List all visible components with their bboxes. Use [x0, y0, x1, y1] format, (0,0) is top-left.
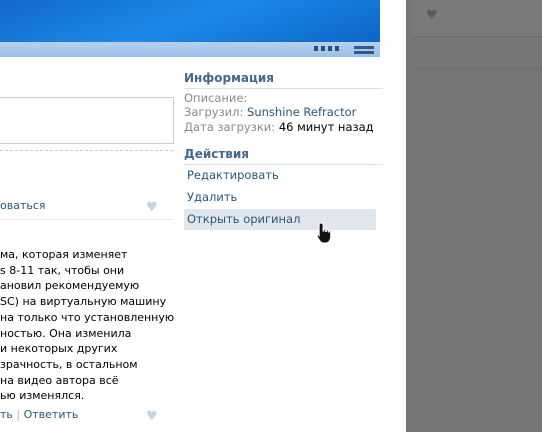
- upload-date-value: 46 минут назад: [278, 120, 374, 134]
- divider: [0, 150, 173, 151]
- dimmed-divider: [412, 36, 542, 37]
- comment-action-link[interactable]: ть: [0, 408, 13, 421]
- info-section-title: Информация: [184, 71, 383, 89]
- divider: [0, 219, 173, 220]
- subscribe-link[interactable]: оваться: [0, 199, 46, 212]
- heart-icon: ♥: [426, 8, 438, 23]
- comment-line: SC) на виртуальную машину: [0, 295, 167, 309]
- upload-date-row: Дата загрузки: 46 минут назад: [184, 120, 374, 134]
- comment-line: ностью. Она изменила: [0, 326, 132, 340]
- uploader-link[interactable]: Sunshine Refractor: [247, 105, 356, 119]
- comment-line: ью изменялся.: [0, 389, 85, 403]
- comment-input[interactable]: [0, 97, 174, 144]
- edit-action[interactable]: Редактировать: [184, 165, 376, 186]
- description-label: Описание:: [184, 91, 248, 105]
- uploader-label: Загрузил:: [184, 105, 244, 119]
- comment-text: ма, которая изменяет s 8-11 так, чтобы о…: [0, 247, 175, 404]
- delete-action[interactable]: Удалить: [184, 187, 376, 208]
- heart-icon[interactable]: ♥: [146, 410, 158, 423]
- open-original-action[interactable]: Открыть оригинал: [184, 209, 376, 230]
- reply-link[interactable]: Ответить: [24, 408, 79, 421]
- comment-line: s 8-11 так, чтобы они: [0, 263, 125, 277]
- comment-line: на видео автора всё: [0, 373, 119, 387]
- preview-tray: [312, 44, 378, 55]
- comment-line: на только что установленную: [0, 310, 175, 324]
- hand-pointer-icon: [316, 222, 332, 244]
- description-row: Описание:: [184, 91, 247, 105]
- action-separator: |: [16, 408, 21, 421]
- photo-viewer-panel: оваться ♥ ма, которая изменяет s 8-11 та…: [0, 0, 406, 432]
- actions-section-title: Действия: [184, 147, 383, 165]
- comment-line: зрачность, в остальном: [0, 357, 138, 371]
- upload-date-label: Дата загрузки:: [184, 120, 276, 134]
- comment-line: ановил рекомендуемую: [0, 279, 140, 293]
- dimmed-background: [406, 0, 542, 432]
- comment-line: ма, которая изменяет: [0, 248, 128, 261]
- comment-line: и некоторых других: [0, 342, 118, 356]
- dimmed-divider: [412, 68, 542, 69]
- comment-actions: ть | Ответить: [0, 408, 78, 421]
- uploader-row: Загрузил: Sunshine Refractor: [184, 105, 356, 119]
- photo-preview[interactable]: [0, 0, 380, 57]
- heart-icon[interactable]: ♥: [146, 201, 158, 214]
